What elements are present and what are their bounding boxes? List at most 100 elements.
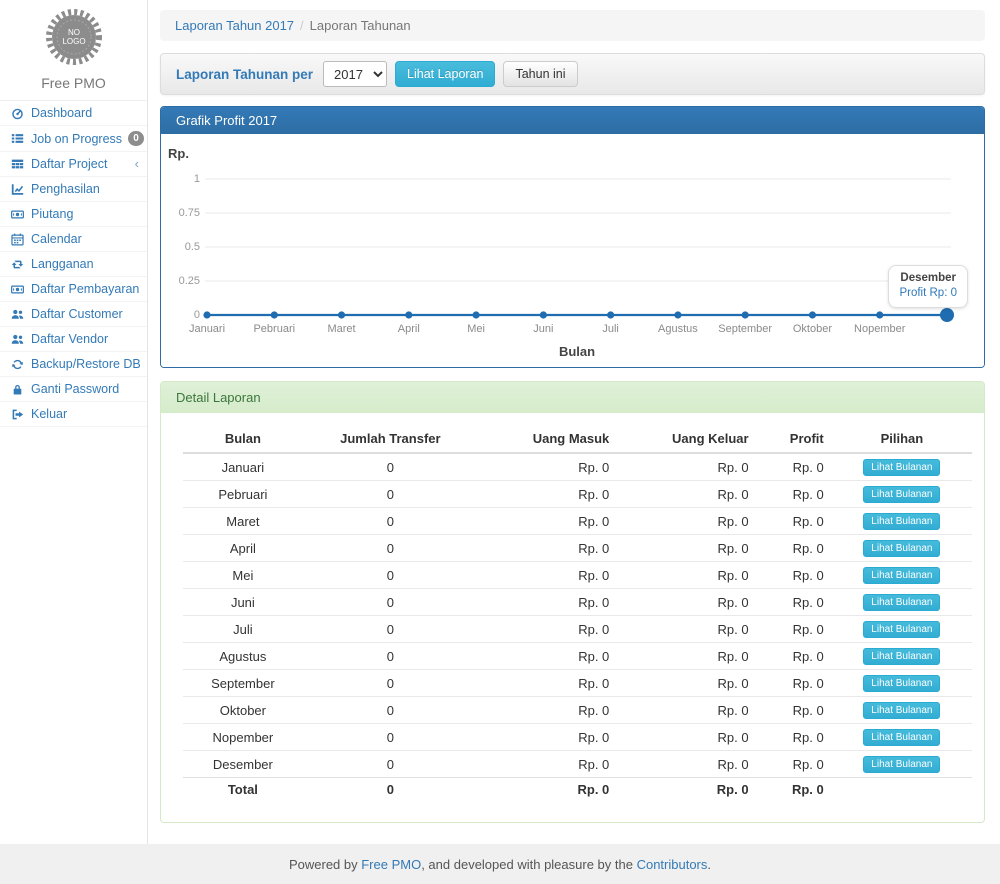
table-row: Agustus0Rp. 0Rp. 0Rp. 0Lihat Bulanan <box>183 643 972 670</box>
tahun-ini-button[interactable]: Tahun ini <box>503 61 577 87</box>
column-header-profit: Profit <box>757 425 832 453</box>
cell-jumlah-transfer: 0 <box>303 697 478 724</box>
lihat-bulanan-button[interactable]: Lihat Bulanan <box>863 540 940 557</box>
table-row: Desember0Rp. 0Rp. 0Rp. 0Lihat Bulanan <box>183 751 972 778</box>
cell-uang-keluar: Rp. 0 <box>617 751 756 778</box>
sidebar-item-daftar-customer[interactable]: Daftar Customer <box>0 302 147 327</box>
data-point-pebruari[interactable] <box>271 311 278 318</box>
sidebar-item-label: Calendar <box>31 232 82 246</box>
sidebar-item-keluar[interactable]: Keluar <box>0 402 147 427</box>
cell-pilihan: Lihat Bulanan <box>832 751 972 778</box>
cell-pilihan: Lihat Bulanan <box>832 481 972 508</box>
sidebar-item-langganan[interactable]: Langganan <box>0 252 147 277</box>
sidebar-item-daftar-project[interactable]: Daftar Project‹ <box>0 152 147 177</box>
data-point-nopember[interactable] <box>876 311 883 318</box>
cell-uang-masuk: Rp. 0 <box>478 751 617 778</box>
cell-jumlah-transfer: 0 <box>303 616 478 643</box>
sidebar-item-dashboard[interactable]: Dashboard <box>0 101 147 126</box>
svg-text:LOGO: LOGO <box>62 37 85 46</box>
sidebar-item-ganti-password[interactable]: Ganti Password <box>0 377 147 402</box>
sidebar-menu: Dashboard Job on Progress0Daftar Project‹… <box>0 101 147 427</box>
sidebar: NO LOGO Free PMO DashboardJob on Progres… <box>0 0 148 844</box>
lihat-bulanan-button[interactable]: Lihat Bulanan <box>863 729 940 746</box>
breadcrumb-separator: / <box>294 18 310 33</box>
data-point-juni[interactable] <box>540 311 547 318</box>
cell-pilihan: Lihat Bulanan <box>832 535 972 562</box>
lihat-bulanan-button[interactable]: Lihat Bulanan <box>863 702 940 719</box>
footer-text-suffix: . <box>707 857 711 872</box>
report-filter-bar: Laporan Tahunan per 2017 Lihat Laporan T… <box>160 53 985 95</box>
lihat-bulanan-button[interactable]: Lihat Bulanan <box>863 621 940 638</box>
retweet-icon <box>10 258 25 271</box>
y-tick-label: 0.25 <box>161 275 200 287</box>
data-point-agustus[interactable] <box>674 311 681 318</box>
lihat-bulanan-button[interactable]: Lihat Bulanan <box>863 486 940 503</box>
cell-uang-masuk: Rp. 0 <box>478 508 617 535</box>
lihat-bulanan-button[interactable]: Lihat Bulanan <box>863 459 940 476</box>
sidebar-item-backup-restore-db[interactable]: Backup/Restore DB <box>0 352 147 377</box>
data-point-oktober[interactable] <box>809 311 816 318</box>
lihat-bulanan-button[interactable]: Lihat Bulanan <box>863 594 940 611</box>
cell-uang-keluar: Rp. 0 <box>617 670 756 697</box>
sidebar-item-label: Ganti Password <box>31 382 119 396</box>
sidebar-item-label: Dashboard <box>31 106 92 120</box>
app-name: Free PMO <box>0 75 147 91</box>
footer-link-free-pmo[interactable]: Free PMO <box>361 857 421 872</box>
breadcrumb-current: Laporan Tahunan <box>310 18 411 33</box>
cell-uang-masuk: Rp. 0 <box>478 670 617 697</box>
dashboard-icon <box>10 107 25 120</box>
cell-pilihan: Lihat Bulanan <box>832 697 972 724</box>
year-select[interactable]: 2017 <box>323 61 387 87</box>
cell-uang-masuk: Rp. 0 <box>478 697 617 724</box>
cell-bulan: September <box>183 670 303 697</box>
cell-profit: Rp. 0 <box>757 535 832 562</box>
sidebar-item-piutang[interactable]: Piutang <box>0 202 147 227</box>
sidebar-item-label: Daftar Pembayaran <box>31 282 139 296</box>
cell-bulan: Juli <box>183 616 303 643</box>
y-tick-label: 0.75 <box>161 207 200 219</box>
cell-profit: Rp. 0 <box>757 616 832 643</box>
sidebar-item-calendar[interactable]: Calendar <box>0 227 147 252</box>
tasks-list-icon <box>10 132 25 145</box>
data-point-juli[interactable] <box>607 311 614 318</box>
detail-laporan-panel: Detail Laporan BulanJumlah TransferUang … <box>160 381 985 823</box>
cell-jumlah-transfer: 0 <box>303 670 478 697</box>
cell-bulan: April <box>183 535 303 562</box>
money-icon <box>10 208 25 221</box>
data-point-mei[interactable] <box>472 311 479 318</box>
lihat-bulanan-button[interactable]: Lihat Bulanan <box>863 648 940 665</box>
lihat-laporan-button[interactable]: Lihat Laporan <box>395 61 495 87</box>
data-point-september[interactable] <box>742 311 749 318</box>
sidebar-item-daftar-pembayaran[interactable]: Daftar Pembayaran <box>0 277 147 302</box>
sidebar-item-daftar-vendor[interactable]: Daftar Vendor <box>0 327 147 352</box>
sidebar-item-job-on-progress[interactable]: Job on Progress0 <box>0 126 147 152</box>
total-cell-jumlah-transfer: 0 <box>303 778 478 802</box>
cell-profit: Rp. 0 <box>757 670 832 697</box>
cell-bulan: Mei <box>183 562 303 589</box>
y-tick-label: 0.5 <box>161 241 200 253</box>
sidebar-item-penghasilan[interactable]: Penghasilan <box>0 177 147 202</box>
lihat-bulanan-button[interactable]: Lihat Bulanan <box>863 756 940 773</box>
cell-uang-keluar: Rp. 0 <box>617 616 756 643</box>
refresh-icon <box>10 358 25 371</box>
data-point-maret[interactable] <box>338 311 345 318</box>
data-point-desember[interactable] <box>940 308 954 322</box>
detail-panel-body: BulanJumlah TransferUang MasukUang Kelua… <box>161 413 984 822</box>
breadcrumb-link-laporan-tahun[interactable]: Laporan Tahun 2017 <box>175 18 294 33</box>
lihat-bulanan-button[interactable]: Lihat Bulanan <box>863 675 940 692</box>
lihat-bulanan-button[interactable]: Lihat Bulanan <box>863 513 940 530</box>
table-row: Juli0Rp. 0Rp. 0Rp. 0Lihat Bulanan <box>183 616 972 643</box>
data-point-april[interactable] <box>405 311 412 318</box>
footer-link-contributors[interactable]: Contributors <box>637 857 708 872</box>
cell-uang-keluar: Rp. 0 <box>617 562 756 589</box>
table-row: Mei0Rp. 0Rp. 0Rp. 0Lihat Bulanan <box>183 562 972 589</box>
cell-jumlah-transfer: 0 <box>303 508 478 535</box>
table-row: Juni0Rp. 0Rp. 0Rp. 0Lihat Bulanan <box>183 589 972 616</box>
filter-label: Laporan Tahunan per <box>176 67 313 82</box>
sidebar-item-label: Keluar <box>31 407 67 421</box>
lihat-bulanan-button[interactable]: Lihat Bulanan <box>863 567 940 584</box>
cell-uang-keluar: Rp. 0 <box>617 589 756 616</box>
total-cell-pilihan <box>832 778 972 802</box>
data-point-januari[interactable] <box>203 311 210 318</box>
cell-bulan: Oktober <box>183 697 303 724</box>
